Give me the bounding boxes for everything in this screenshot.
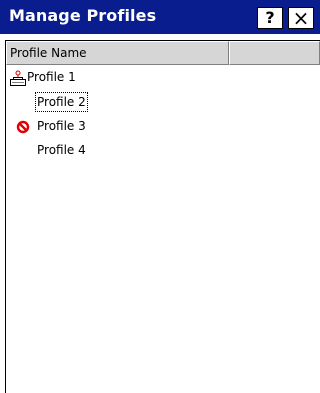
manage-profiles-window: Manage Profiles ? × Profile Name Profile… [0,0,320,393]
list-item-label: Profile 4 [37,143,86,157]
list-item[interactable]: Profile 1 [6,66,306,90]
profile-list[interactable]: Profile Name Profile 1 Profile 2 Profile… [5,40,320,393]
help-button[interactable]: ? [257,7,283,29]
title-bar: Manage Profiles ? × [0,0,320,34]
column-header-second[interactable] [229,41,320,65]
list-item[interactable]: Profile 3 [6,115,306,139]
prohibited-icon [16,119,30,134]
close-button[interactable]: × [288,7,314,29]
list-header: Profile Name [6,41,320,65]
list-item-label: Profile 3 [37,119,86,133]
column-header-profile-name[interactable]: Profile Name [6,41,229,65]
list-item[interactable]: Profile 2 [6,91,306,115]
list-item[interactable]: Profile 4 [6,139,306,163]
list-item-label: Profile 1 [27,70,76,84]
list-item-label: Profile 2 [35,92,88,112]
window-title: Manage Profiles [9,6,157,25]
